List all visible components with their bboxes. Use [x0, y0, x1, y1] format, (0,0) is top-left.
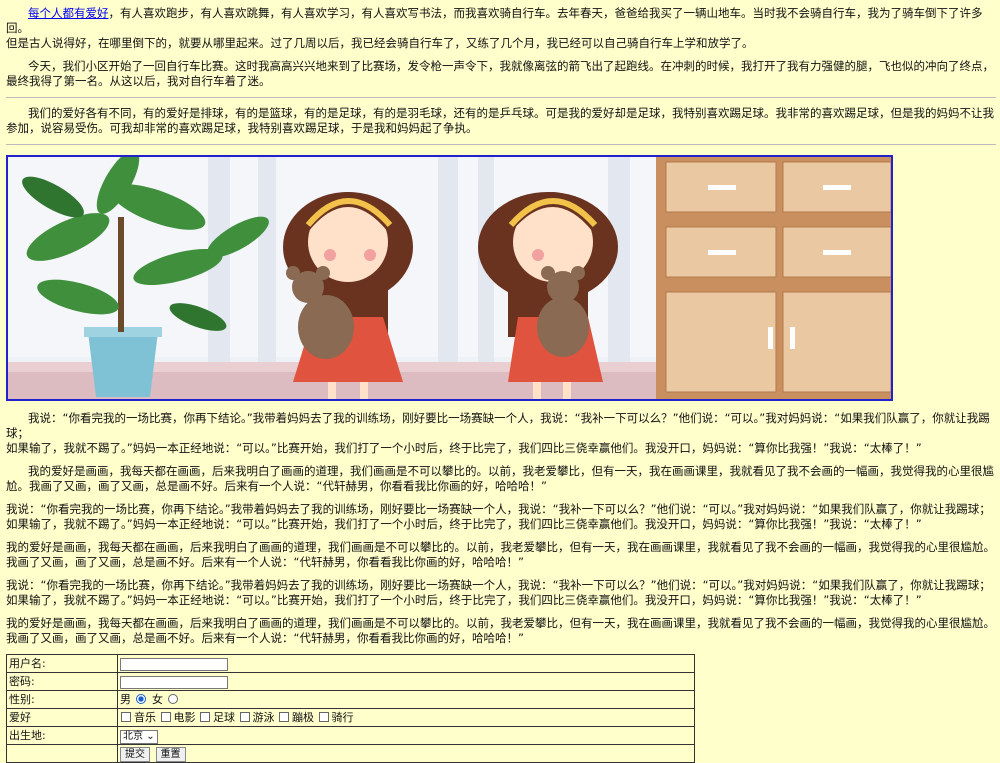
- hobby-label-cycling: 骑行: [331, 711, 354, 724]
- birthplace-label: 出生地:: [6, 726, 118, 745]
- hobby-checkbox-bungee[interactable]: [279, 712, 289, 722]
- divider-1: [6, 97, 996, 98]
- dialog-line-1b: 我说：“你看完我的一场比赛，你再下结论。”我带着妈妈去了我的训练场，刚好要比一场…: [6, 502, 991, 516]
- form-row-password: 密码:: [6, 672, 695, 691]
- form-row-buttons: 提交 重置: [6, 744, 695, 763]
- girl-with-teddy-illustration: [8, 157, 891, 399]
- reset-button[interactable]: 重置: [155, 746, 186, 762]
- dialog-paragraph-1: 我说：“你看完我的一场比赛，你再下结论。”我带着妈妈去了我的训练场，刚好要比一场…: [6, 411, 996, 456]
- dialog-paragraph-2: 我说：“你看完我的一场比赛，你再下结论。”我带着妈妈去了我的训练场，刚好要比一场…: [6, 502, 996, 532]
- buttons-cell: 提交 重置: [117, 744, 695, 763]
- username-cell: [117, 654, 695, 673]
- hobby-checkbox-movie[interactable]: [160, 712, 171, 722]
- dialog-line-1c: 我说：“你看完我的一场比赛，你再下结论。”我带着妈妈去了我的训练场，刚好要比一场…: [6, 578, 991, 592]
- intro-text-2: 但是古人说得好，在哪里倒下的，就要从哪里起来。过了几周以后，我已经会骑自行车了，…: [6, 36, 754, 50]
- dialog-line-2: 如果输了，我就不踢了。”妈妈一本正经地说：“可以。”比赛开始，我们打了一个小时后…: [6, 441, 922, 455]
- painting-paragraph-1: 我的爱好是画画，我每天都在画画，后来我明白了画画的道理，我们画画是不可以攀比的。…: [6, 464, 994, 493]
- registration-form: 用户名: 密码: 性别: 男 女 爱好 音乐 电影 足球 游泳 蹦极 骑行 出生…: [6, 654, 695, 763]
- buttons-spacer: [6, 744, 118, 763]
- gender-male-radio[interactable]: [135, 694, 146, 704]
- page-content: 每个人都有爱好，有人喜欢跑步，有人喜欢跳舞，有人喜欢学习，有人喜欢写书法，而我喜…: [0, 0, 1000, 763]
- form-row-hobby: 爱好 音乐 电影 足球 游泳 蹦极 骑行: [6, 708, 695, 727]
- hobby-label: 爱好: [6, 708, 118, 727]
- form-row-gender: 性别: 男 女: [6, 690, 695, 709]
- birthplace-select[interactable]: 北京 ⌄: [120, 729, 158, 744]
- form-row-birthplace: 出生地: 北京 ⌄: [6, 726, 695, 745]
- submit-button[interactable]: 提交: [120, 746, 150, 762]
- form-row-username: 用户名:: [6, 654, 695, 673]
- hobby-label-swim: 游泳: [252, 711, 275, 724]
- dialog-line-1: 我说：“你看完我的一场比赛，你再下结论。”我带着妈妈去了我的训练场，刚好要比一场…: [6, 411, 990, 440]
- gender-male-label: 男: [120, 693, 131, 706]
- birthplace-cell: 北京 ⌄: [117, 726, 695, 745]
- divider-2: [6, 144, 996, 145]
- hobby-checkbox-soccer[interactable]: [200, 712, 210, 722]
- hobby-checkbox-cycling[interactable]: [318, 712, 329, 722]
- birthplace-value: 北京: [123, 730, 143, 742]
- painting-paragraph-2: 我的爱好是画画，我每天都在画画，后来我明白了画画的道理，我们画画是不可以攀比的。…: [6, 540, 995, 569]
- password-label: 密码:: [6, 672, 118, 691]
- hobby-label-bungee: 蹦极: [292, 711, 314, 724]
- hobby-label-music: 音乐: [134, 711, 156, 724]
- dialog-paragraph-3: 我说：“你看完我的一场比赛，你再下结论。”我带着妈妈去了我的训练场，刚好要比一场…: [6, 578, 996, 608]
- password-input[interactable]: [120, 676, 228, 689]
- intro-paragraph: 每个人都有爱好，有人喜欢跑步，有人喜欢跳舞，有人喜欢学习，有人喜欢写书法，而我喜…: [6, 6, 996, 51]
- illustration-image: [6, 155, 893, 401]
- hobby-label-movie: 电影: [173, 711, 196, 724]
- hobby-checkbox-swim[interactable]: [239, 712, 250, 722]
- hobby-checkbox-music[interactable]: [121, 712, 131, 722]
- painting-paragraph-3: 我的爱好是画画，我每天都在画画，后来我明白了画画的道理，我们画画是不可以攀比的。…: [6, 616, 995, 645]
- gender-female-label: 女: [152, 693, 163, 706]
- gender-cell: 男 女: [117, 690, 695, 709]
- intro-text: ，有人喜欢跑步，有人喜欢跳舞，有人喜欢学习，有人喜欢写书法，而我喜欢骑自行车。去…: [6, 6, 983, 35]
- username-input[interactable]: [120, 658, 228, 671]
- wooden-cabinet: [656, 157, 891, 399]
- username-label: 用户名:: [6, 654, 118, 673]
- hobby-label-soccer: 足球: [213, 711, 235, 724]
- dialog-line-2b: 如果输了，我就不踢了。”妈妈一本正经地说：“可以。”比赛开始，我们打了一个小时后…: [6, 517, 922, 531]
- dialog-line-2c: 如果输了，我就不踢了。”妈妈一本正经地说：“可以。”比赛开始，我们打了一个小时后…: [6, 593, 922, 607]
- race-paragraph: 今天，我们小区开始了一回自行车比赛。这时我高高兴兴地来到了比赛场，发令枪一声令下…: [6, 59, 994, 88]
- gender-female-radio[interactable]: [167, 694, 178, 704]
- password-cell: [117, 672, 695, 691]
- soccer-paragraph: 我们的爱好各有不同，有的爱好是排球，有的是篮球，有的是足球，有的是羽毛球，还有的…: [6, 106, 994, 135]
- hobby-cell: 音乐 电影 足球 游泳 蹦极 骑行: [117, 708, 695, 727]
- chevron-down-icon: ⌄: [146, 730, 155, 742]
- hobby-link[interactable]: 每个人都有爱好: [28, 6, 109, 20]
- gender-label: 性别:: [6, 690, 118, 709]
